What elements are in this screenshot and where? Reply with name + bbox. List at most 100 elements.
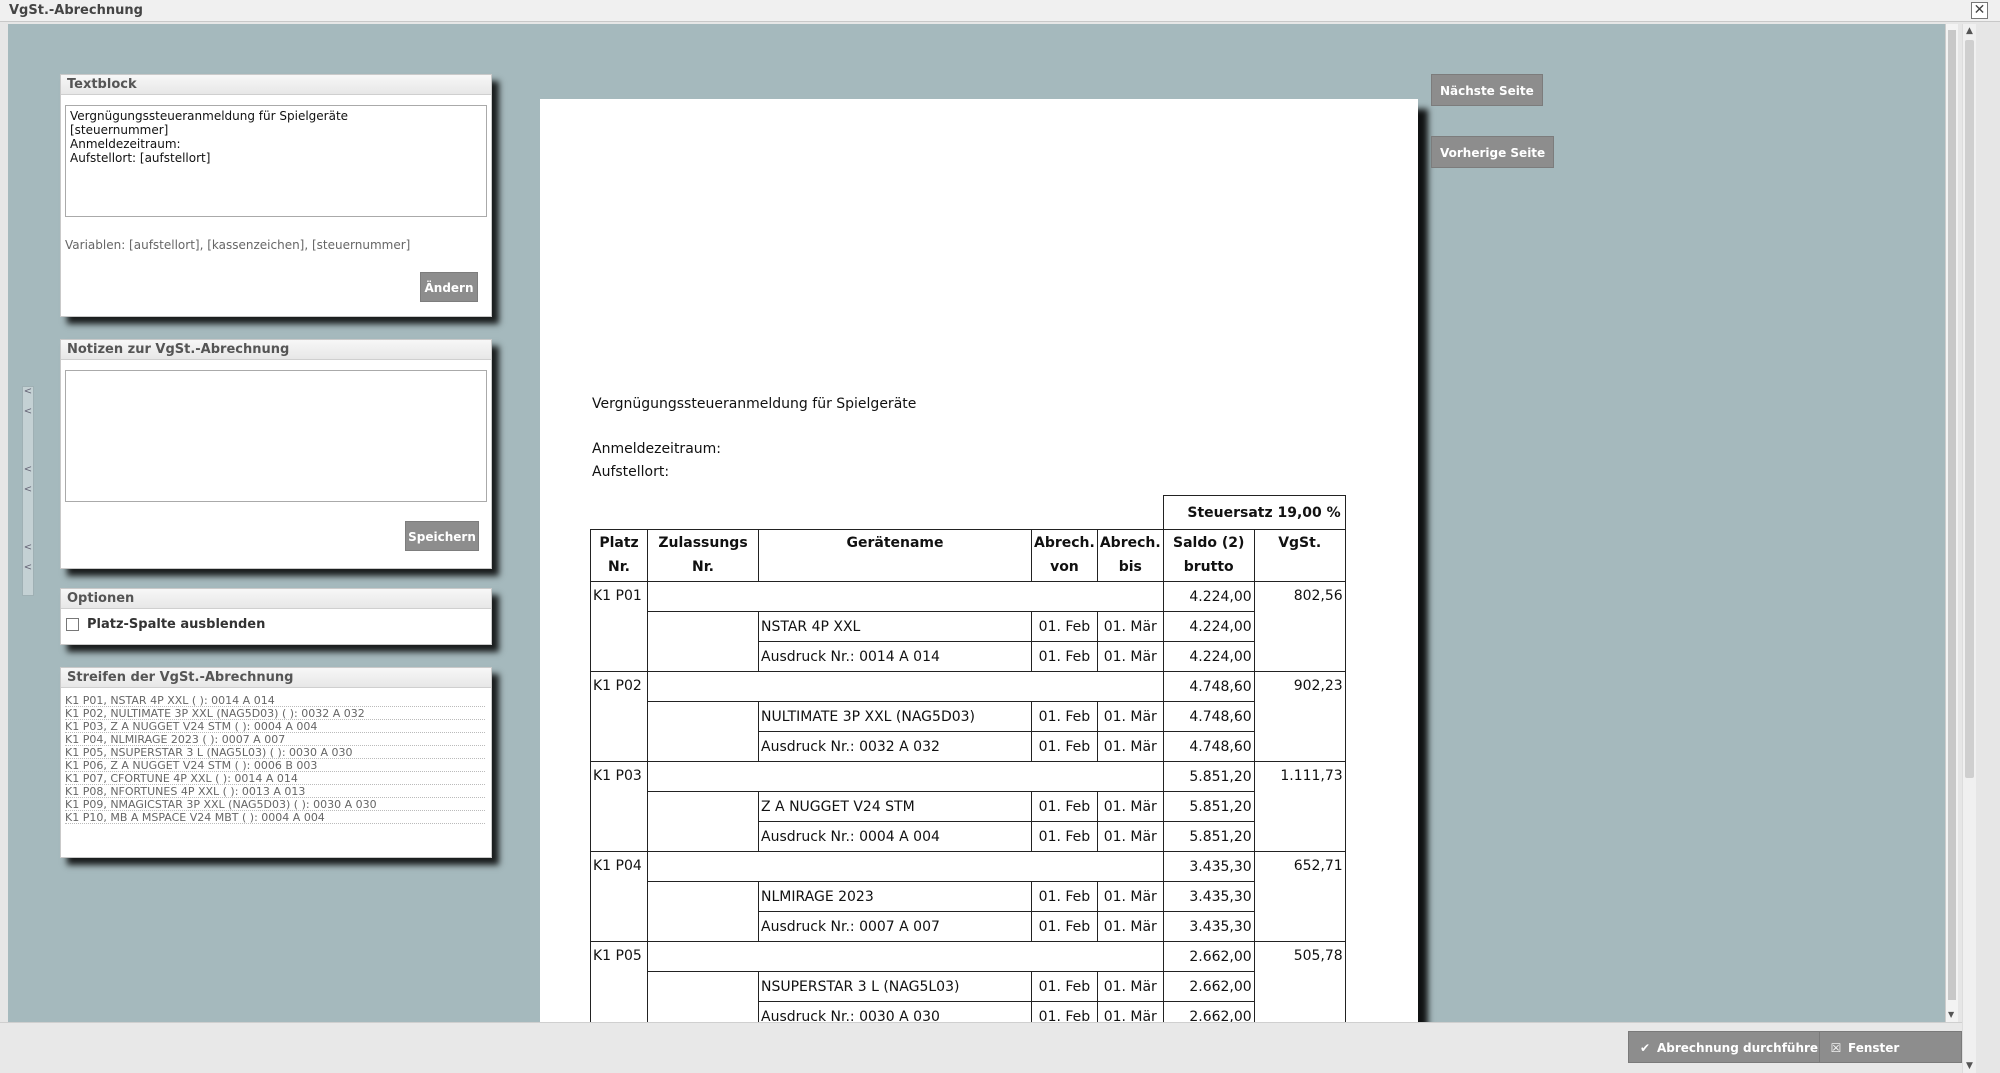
change-button[interactable]: Ändern: [420, 272, 478, 302]
strip-item[interactable]: K1 P08, NFORTUNES 4P XXL ( ): 0013 A 013: [65, 785, 485, 798]
geraet-cell: NULTIMATE 3P XXL (NAG5D03): [758, 701, 1032, 732]
hide-platz-checkbox[interactable]: [66, 618, 79, 631]
scrollbar-thumb[interactable]: [1948, 30, 1956, 1000]
window-titlebar: VgSt.-Abrechnung ✕: [0, 0, 2000, 22]
geraet-cell: Ausdruck Nr.: 0030 A 030: [758, 1001, 1032, 1022]
scrollbar-thumb[interactable]: [1965, 40, 1974, 778]
table-row: Z A NUGGET V24 STM 01. Feb 01. Mär 5.851…: [591, 791, 1346, 852]
table-row: NLMIRAGE 2023 01. Feb 01. Mär 3.435,30: [591, 881, 1346, 942]
strip-item[interactable]: K1 P01, NSTAR 4P XXL ( ): 0014 A 014: [65, 694, 485, 707]
col-saldo: Saldo (2) brutto: [1162, 529, 1255, 582]
strips-list: K1 P01, NSTAR 4P XXL ( ): 0014 A 014 K1 …: [65, 694, 485, 824]
strip-item[interactable]: K1 P07, CFORTUNE 4P XXL ( ): 0014 A 014: [65, 772, 485, 785]
table-row: K1 P02 4.748,60 902,23: [590, 671, 1346, 762]
strip-item[interactable]: K1 P04, NLMIRAGE 2023 ( ): 0007 A 007: [65, 733, 485, 746]
saldo-cell: 5.851,20: [1162, 761, 1255, 792]
strip-item[interactable]: K1 P09, NMAGICSTAR 3P XXL (NAG5D03) ( ):…: [65, 798, 485, 811]
vgst-cell: 902,23: [1253, 671, 1346, 762]
zulassung-cell: [647, 971, 759, 1022]
window-title: VgSt.-Abrechnung: [9, 3, 143, 18]
platz-cell: K1 P05: [590, 941, 648, 1022]
panel-heading: Notizen zur VgSt.-Abrechnung: [61, 340, 491, 360]
table-row: NSUPERSTAR 3 L (NAG5L03) 01. Feb 01. Mär…: [591, 971, 1346, 1022]
content-scrollbar[interactable]: ▼: [1945, 24, 1958, 1022]
scroll-up-icon[interactable]: ▲: [1966, 26, 1973, 36]
platz-cell: K1 P02: [590, 671, 648, 762]
strip-item[interactable]: K1 P02, NULTIMATE 3P XXL (NAG5D03) ( ): …: [65, 707, 485, 720]
saldo-cell: 3.435,30: [1162, 881, 1255, 912]
scroll-down-icon[interactable]: ▼: [1948, 1010, 1954, 1019]
close-box-icon: ☒: [1830, 1041, 1842, 1055]
blank-cell: [647, 671, 1164, 702]
bis-cell: 01. Mär: [1096, 611, 1164, 642]
bis-cell: 01. Mär: [1096, 881, 1164, 912]
col-vgst: VgSt.: [1253, 529, 1346, 582]
chevron-left-icon: <: [23, 386, 33, 397]
von-cell: 01. Feb: [1031, 611, 1098, 642]
table-row: NULTIMATE 3P XXL (NAG5D03) 01. Feb 01. M…: [591, 701, 1346, 762]
close-window-button[interactable]: ☒Fenster schließen: [1819, 1031, 1962, 1063]
saldo-cell: 4.748,60: [1162, 731, 1255, 762]
saldo-cell: 2.662,00: [1162, 1001, 1255, 1022]
geraet-cell: Ausdruck Nr.: 0007 A 007: [758, 911, 1032, 942]
strip-item[interactable]: K1 P05, NSUPERSTAR 3 L (NAG5L03) ( ): 00…: [65, 746, 485, 759]
table-row: K1 P03 5.851,20 1.111,73: [590, 761, 1346, 852]
close-icon[interactable]: ✕: [1971, 2, 1988, 19]
geraet-cell: Z A NUGGET V24 STM: [758, 791, 1032, 822]
hide-platz-option[interactable]: Platz-Spalte ausblenden: [66, 617, 265, 632]
saldo-cell: 4.748,60: [1162, 701, 1255, 732]
bis-cell: 01. Mär: [1096, 791, 1164, 822]
von-cell: 01. Feb: [1031, 701, 1098, 732]
blank-cell: [591, 496, 1164, 530]
saldo-cell: 5.851,20: [1162, 791, 1255, 822]
notes-textarea[interactable]: [65, 370, 487, 502]
table-row: K1 P04 3.435,30 652,71: [590, 851, 1346, 942]
period-line: Anmeldezeitraum:: [592, 441, 721, 457]
save-button[interactable]: Speichern: [405, 521, 479, 551]
zulassung-cell: [647, 701, 759, 762]
chevron-left-icon: <: [23, 406, 33, 417]
von-cell: 01. Feb: [1031, 731, 1098, 762]
run-billing-button[interactable]: ✔ Abrechnung durchführen: [1628, 1031, 1838, 1063]
blank-cell: [647, 581, 1164, 612]
panel-heading: Textblock: [61, 75, 491, 95]
options-panel: Optionen Platz-Spalte ausblenden: [60, 588, 492, 645]
geraet-cell: NSTAR 4P XXL: [758, 611, 1032, 642]
von-cell: 01. Feb: [1031, 791, 1098, 822]
scroll-down-icon[interactable]: ▼: [1966, 1061, 1973, 1071]
von-cell: 01. Feb: [1031, 911, 1098, 942]
check-icon: ✔: [1639, 1041, 1651, 1055]
table-row: K1 P05 2.662,00 505,78: [590, 941, 1346, 1022]
blank-cell: [647, 851, 1164, 882]
saldo-cell: 4.224,00: [1162, 581, 1255, 612]
main-content: < < < < < < Textblock Vergnügungssteuera…: [8, 24, 1958, 1022]
chevron-left-icon: <: [23, 464, 33, 475]
panel-heading: Streifen der VgSt.-Abrechnung: [61, 668, 491, 688]
strip-item[interactable]: K1 P06, Z A NUGGET V24 STM ( ): 0006 B 0…: [65, 759, 485, 772]
saldo-cell: 4.224,00: [1162, 641, 1255, 672]
panel-heading: Optionen: [61, 589, 491, 609]
collapse-strip[interactable]: < < < < < <: [22, 386, 34, 596]
geraet-cell: NSUPERSTAR 3 L (NAG5L03): [758, 971, 1032, 1002]
platz-cell: K1 P03: [590, 761, 648, 852]
textblock-textarea[interactable]: Vergnügungssteueranmeldung für Spielgerä…: [65, 105, 487, 217]
strip-item[interactable]: K1 P10, MB A MSPACE V24 MBT ( ): 0004 A …: [65, 811, 485, 824]
prev-page-button[interactable]: Vorherige Seite: [1431, 136, 1555, 168]
von-cell: 01. Feb: [1031, 641, 1098, 672]
window-scrollbar[interactable]: ▲ ▼: [1962, 24, 1976, 1073]
bis-cell: 01. Mär: [1096, 701, 1164, 732]
strip-item[interactable]: K1 P03, Z A NUGGET V24 STM ( ): 0004 A 0…: [65, 720, 485, 733]
vgst-cell: 802,56: [1253, 581, 1346, 672]
location-line: Aufstellort:: [592, 464, 670, 480]
geraet-cell: Ausdruck Nr.: 0032 A 032: [758, 731, 1032, 762]
zulassung-cell: [647, 611, 759, 672]
saldo-cell: 2.662,00: [1162, 941, 1255, 972]
chevron-left-icon: <: [23, 484, 33, 495]
run-billing-label: Abrechnung durchführen: [1657, 1041, 1827, 1055]
chevron-left-icon: <: [23, 562, 33, 573]
variables-hint: Variablen: [aufstellort], [kassenzeichen…: [65, 238, 411, 252]
next-page-button[interactable]: Nächste Seite: [1431, 74, 1543, 106]
textblock-panel: Textblock Vergnügungssteueranmeldung für…: [60, 74, 492, 317]
hide-platz-label: Platz-Spalte ausblenden: [87, 617, 266, 632]
col-geraet: Gerätename: [758, 529, 1032, 582]
